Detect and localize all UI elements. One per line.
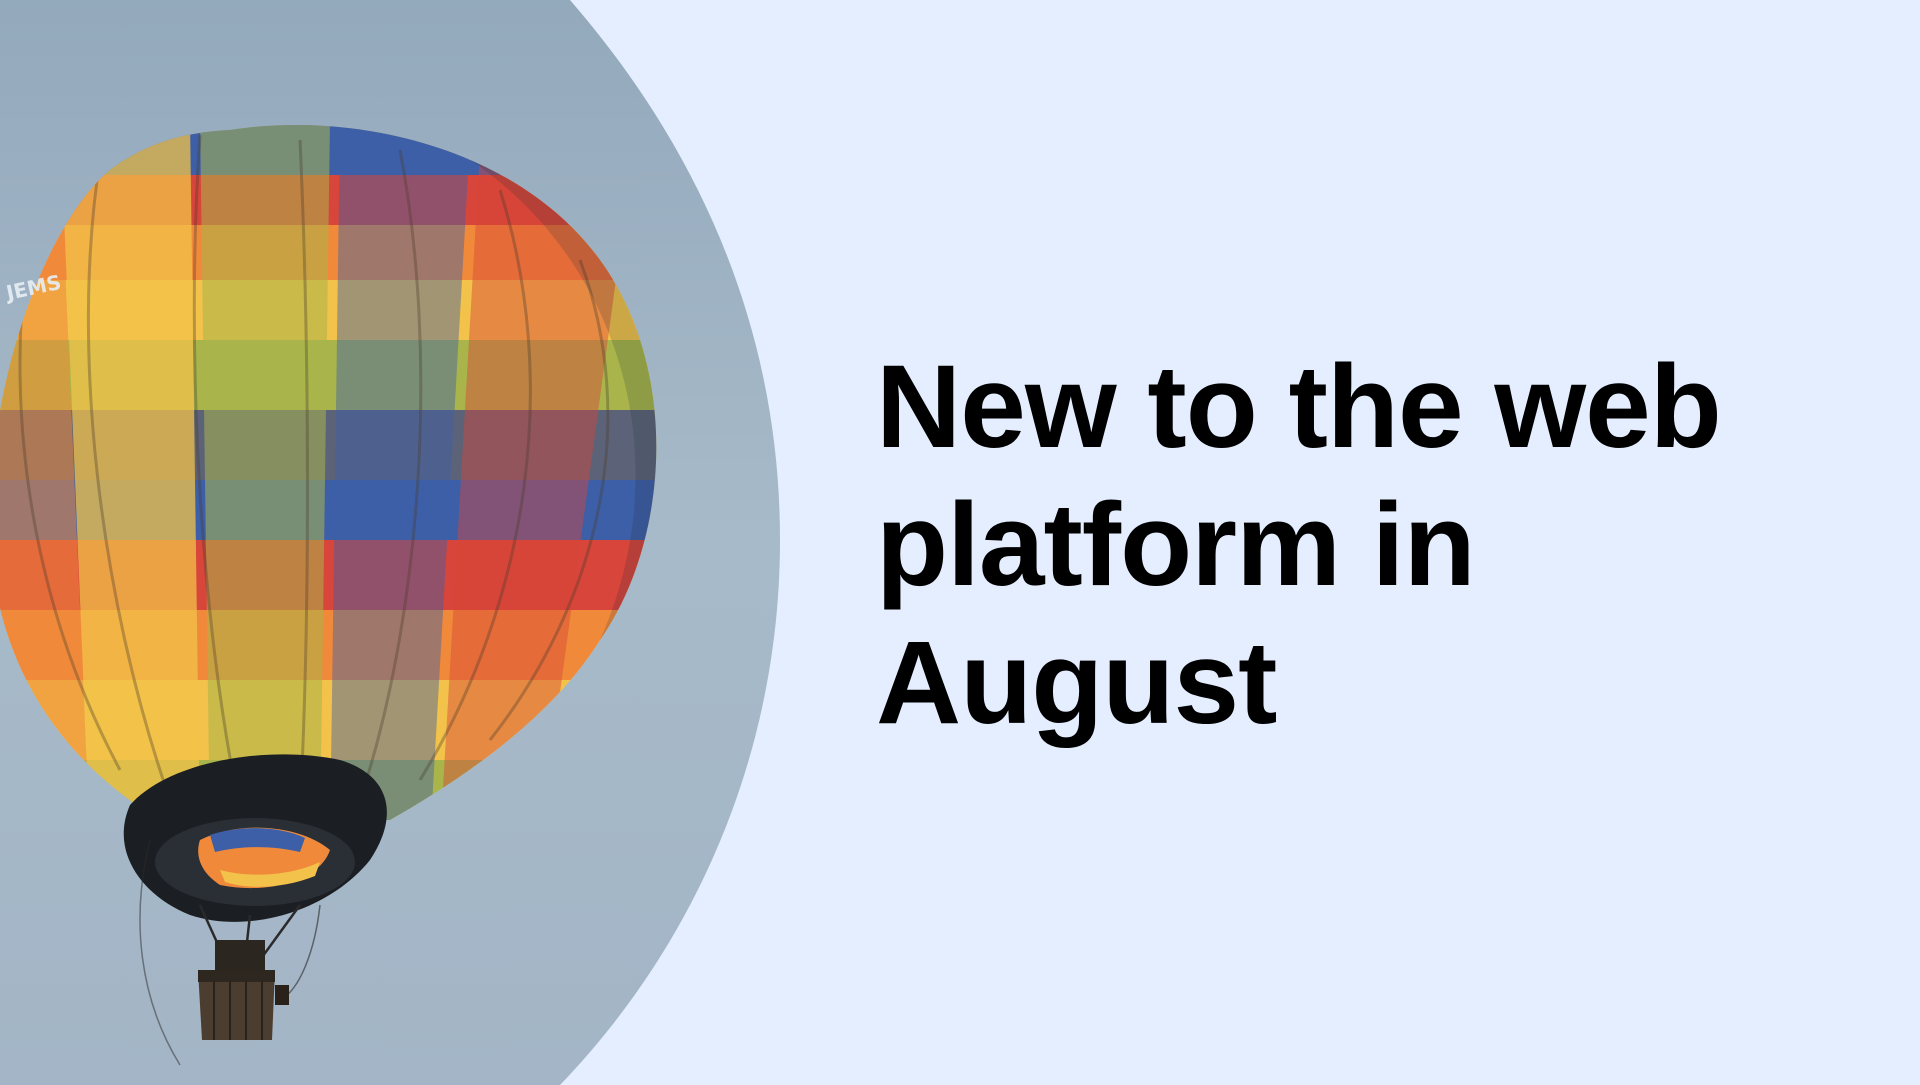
- slide-headline: New to the web platform in August: [876, 341, 1722, 749]
- hot-air-balloon-image: JEMS: [0, 0, 780, 1085]
